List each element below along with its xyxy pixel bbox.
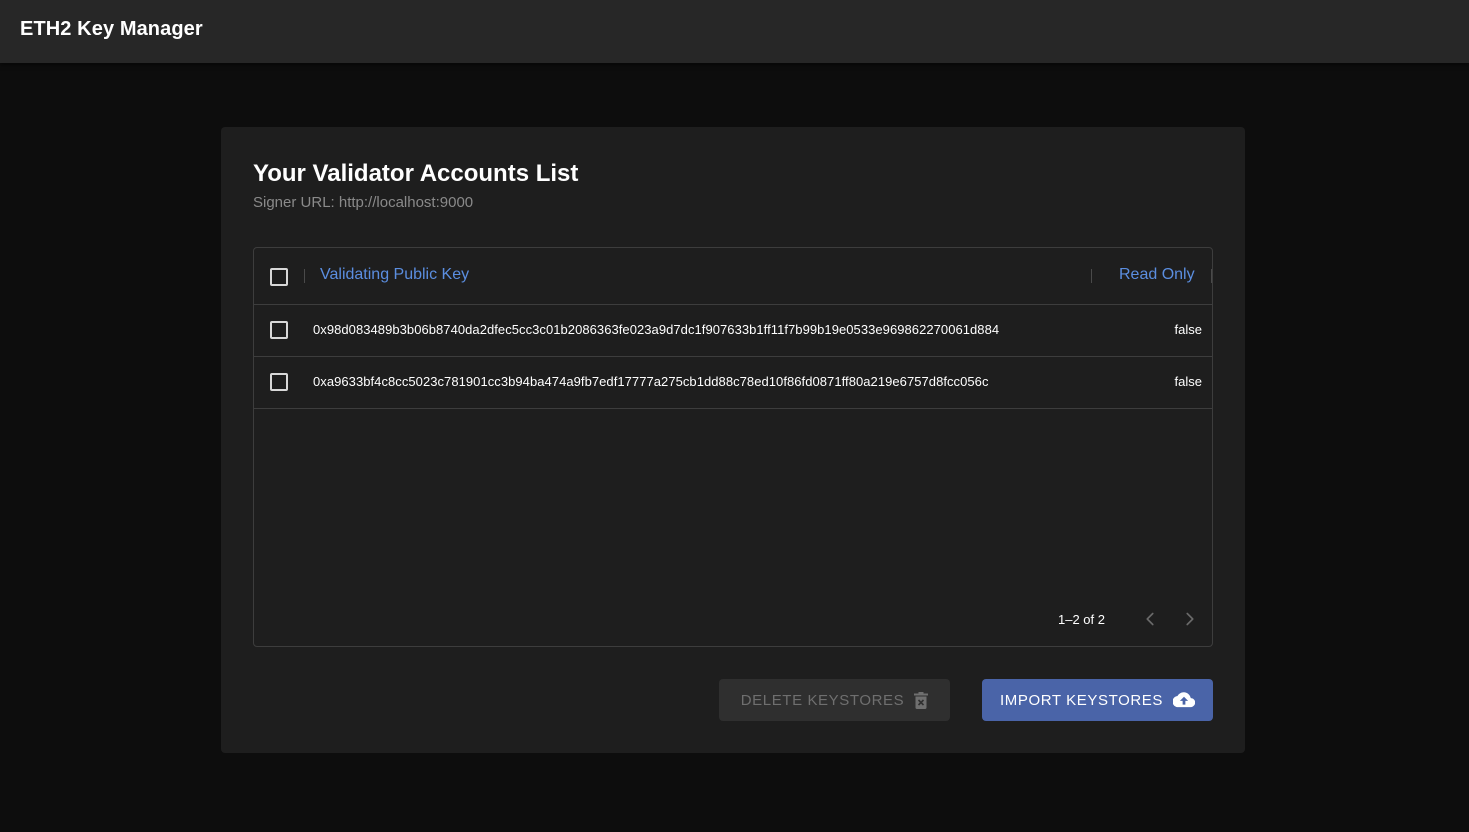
row-checkbox[interactable] bbox=[270, 373, 288, 391]
column-separator[interactable] bbox=[304, 269, 305, 283]
select-all-checkbox[interactable] bbox=[270, 268, 288, 286]
read-only-cell: false bbox=[1174, 322, 1202, 337]
delete-keystores-button[interactable]: DELETE KEYSTORES bbox=[719, 679, 950, 721]
prev-page-button[interactable] bbox=[1139, 608, 1161, 630]
pagination-text: 1–2 of 2 bbox=[1058, 612, 1105, 627]
column-header-read-only[interactable]: Read Only bbox=[1119, 266, 1195, 284]
chevron-left-icon bbox=[1146, 612, 1154, 626]
delete-button-label: DELETE KEYSTORES bbox=[740, 691, 905, 709]
table-row[interactable]: 0xa9633bf4c8cc5023c781901cc3b94ba474a9fb… bbox=[254, 357, 1212, 409]
next-page-button[interactable] bbox=[1179, 608, 1201, 630]
row-checkbox[interactable] bbox=[270, 321, 288, 339]
signer-url: Signer URL: http://localhost:9000 bbox=[253, 194, 474, 211]
cloud-upload-icon bbox=[1172, 692, 1195, 708]
column-separator[interactable] bbox=[1091, 269, 1092, 283]
table-header: Validating Public Key Read Only bbox=[254, 248, 1212, 305]
import-button-label: IMPORT KEYSTORES bbox=[1000, 691, 1163, 709]
public-key-cell: 0xa9633bf4c8cc5023c781901cc3b94ba474a9fb… bbox=[313, 374, 989, 389]
column-separator[interactable] bbox=[1211, 269, 1212, 283]
trash-icon bbox=[914, 691, 929, 709]
app-bar: ETH2 Key Manager bbox=[0, 0, 1469, 63]
table-row[interactable]: 0x98d083489b3b06b8740da2dfec5cc3c01b2086… bbox=[254, 305, 1212, 357]
app-title: ETH2 Key Manager bbox=[20, 18, 203, 40]
public-key-cell: 0x98d083489b3b06b8740da2dfec5cc3c01b2086… bbox=[313, 322, 1000, 337]
import-keystores-button[interactable]: IMPORT KEYSTORES bbox=[982, 679, 1213, 721]
page-title: Your Validator Accounts List bbox=[253, 160, 579, 187]
chevron-right-icon bbox=[1186, 612, 1194, 626]
accounts-card: Your Validator Accounts List Signer URL:… bbox=[221, 127, 1245, 753]
accounts-table: Validating Public Key Read Only 0x98d083… bbox=[253, 247, 1213, 647]
column-header-public-key[interactable]: Validating Public Key bbox=[320, 266, 469, 284]
read-only-cell: false bbox=[1174, 374, 1202, 389]
